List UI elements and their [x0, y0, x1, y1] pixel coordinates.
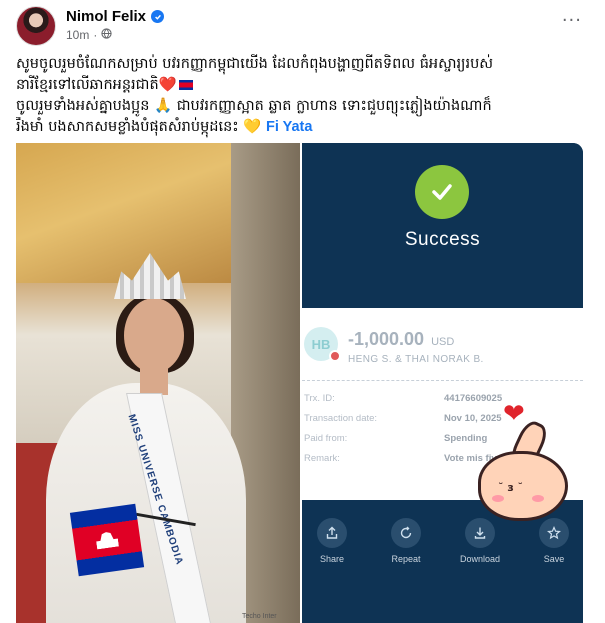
star-icon	[539, 518, 569, 548]
post-media: MISS UNIVERSE CAMBODIA Techo Inter Succe…	[16, 143, 589, 623]
detail-key: Remark:	[304, 453, 340, 464]
amount: -1,000.00 USD	[348, 329, 454, 350]
detail-value: 44176609025	[444, 393, 503, 404]
detail-key: Trx. ID:	[304, 393, 335, 404]
detail-key: Paid from:	[304, 433, 348, 444]
author-name-row[interactable]: Nimol Felix	[66, 8, 165, 25]
photo-watermark: Techo Inter	[242, 613, 277, 620]
share-button[interactable]: Share	[302, 518, 362, 564]
success-label: Success	[404, 229, 481, 250]
red-heart-icon: ❤	[503, 399, 525, 429]
divider	[302, 380, 583, 381]
repeat-icon	[391, 518, 421, 548]
post-text-line-2: នារីខ្មែរទៅលើឆាកអន្តរជាតិ	[16, 77, 159, 93]
mention-link[interactable]: Fi Yata	[266, 119, 312, 135]
save-button[interactable]: Save	[524, 518, 583, 564]
heart-icon: ❤️	[158, 77, 177, 93]
download-icon	[465, 518, 495, 548]
share-icon	[317, 518, 347, 548]
neck	[140, 365, 168, 395]
angkor-wat-icon	[95, 531, 119, 550]
post-text-line-4: រឹងមាំ បងសាកសមខ្លាំងបំផុតសំរាប់ម្កុដនេះ	[16, 119, 239, 135]
cambodian-flag	[69, 503, 145, 577]
post-text-line-3: ចូលរួមទាំងអស់គ្នាបងប្អូន 🙏 ជាបវរកញ្ញាស្អ…	[16, 98, 492, 114]
blush	[492, 495, 504, 502]
author-name[interactable]: Nimol Felix	[66, 8, 146, 25]
verified-badge-icon	[151, 10, 165, 23]
kiss-face-icon: ˘ з ˘	[498, 481, 524, 494]
author-avatar[interactable]	[16, 6, 56, 46]
bank-badge-icon	[329, 350, 341, 362]
post-text: សូមចូលរួមចំណែកសម្រាប់ បវរកញ្ញាកម្ពុជាយើង…	[16, 54, 591, 138]
download-button[interactable]: Download	[450, 518, 510, 564]
post-time[interactable]: 10m	[66, 28, 89, 42]
currency: USD	[431, 336, 455, 348]
blush	[532, 495, 544, 502]
receipt-header: Success	[302, 143, 583, 307]
yellow-heart-icon: 💛	[243, 119, 262, 135]
pageant-photo[interactable]: MISS UNIVERSE CAMBODIA Techo Inter	[16, 143, 300, 623]
amount-value: -1,000.00	[348, 329, 425, 349]
detail-key: Transaction date:	[304, 413, 378, 424]
more-options-button[interactable]: ···	[562, 10, 582, 31]
post-meta: 10m ·	[66, 28, 112, 42]
success-check-icon	[415, 165, 469, 219]
finger-heart-sticker-icon: ❤ ˘ з ˘	[478, 399, 573, 521]
face	[124, 298, 184, 373]
repeat-button[interactable]: Repeat	[376, 518, 436, 564]
payment-receipt[interactable]: Success HB -1,000.00 USD HENG S. & THAI …	[302, 143, 583, 623]
payee-name: HENG S. & THAI NORAK B.	[348, 354, 484, 365]
globe-icon	[101, 28, 112, 42]
cambodia-flag-icon	[178, 80, 193, 90]
post-header: Nimol Felix 10m · ···	[16, 6, 596, 46]
post-text-line-1: សូមចូលរួមចំណែកសម្រាប់ បវរកញ្ញាកម្ពុជាយើង…	[16, 56, 494, 72]
